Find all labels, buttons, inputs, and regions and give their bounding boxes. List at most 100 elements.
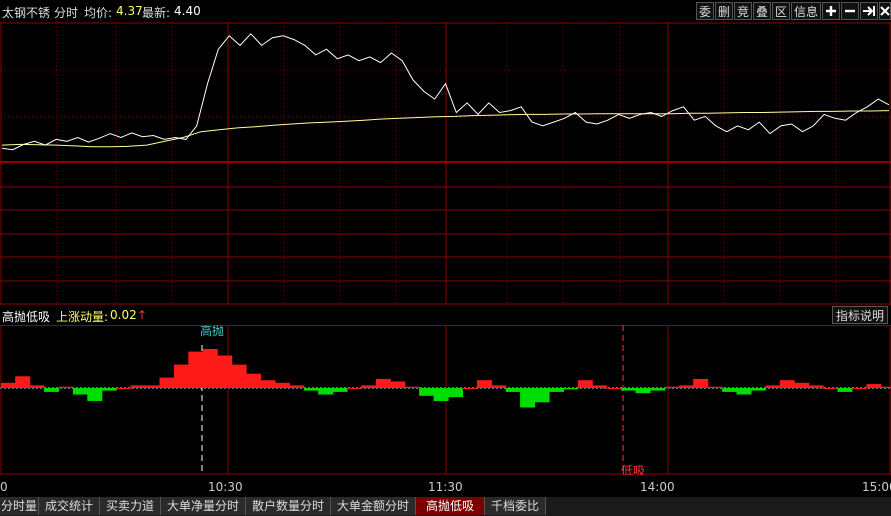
momentum-bar <box>549 388 564 392</box>
momentum-bar <box>332 388 348 392</box>
momentum-bar <box>101 388 117 391</box>
momentum-bar <box>635 388 651 394</box>
momentum-bar <box>476 380 492 388</box>
chart-mode: 分时 <box>54 6 79 20</box>
momentum-bar <box>375 378 391 388</box>
momentum-bar <box>361 385 377 388</box>
momentum-bar <box>72 388 88 395</box>
time-label-1130: 11:30 <box>428 480 463 494</box>
toolbar-button-jing[interactable]: 竞 <box>734 2 752 20</box>
momentum-bar <box>419 388 435 396</box>
momentum-bar <box>145 385 160 388</box>
price-chart <box>0 22 891 305</box>
momentum-bar <box>15 376 31 388</box>
plus-icon[interactable] <box>822 2 840 20</box>
toolbar-button-qu[interactable]: 区 <box>772 2 790 20</box>
momentum-bar <box>87 388 103 401</box>
momentum-bar <box>130 385 146 388</box>
tab-retail-count[interactable]: 散户数量分时 <box>246 497 331 515</box>
momentum-bar <box>880 386 891 388</box>
momentum-bar <box>808 385 824 388</box>
momentum-bar <box>693 378 709 388</box>
toolbar-button-die[interactable]: 叠 <box>753 2 771 20</box>
tab-high-sell-low-buy[interactable]: 高抛低吸 <box>416 497 485 515</box>
momentum-bar <box>217 355 233 388</box>
momentum-bar <box>246 373 261 388</box>
indicator-param-value: 0.02 <box>110 308 137 322</box>
momentum-bar <box>765 385 781 388</box>
tab-volume[interactable]: 分时量 <box>0 497 39 515</box>
momentum-bar <box>563 388 579 390</box>
latest-label: 最新: <box>142 6 171 20</box>
momentum-bar <box>318 388 334 395</box>
toolbar-button-info[interactable]: 信息 <box>791 2 821 20</box>
toolbar-button-wei[interactable]: 委 <box>696 2 714 20</box>
momentum-bar <box>347 388 362 389</box>
momentum-bar <box>520 388 536 408</box>
price-grid <box>0 22 891 305</box>
collapse-right-icon[interactable] <box>860 2 878 20</box>
momentum-bar <box>592 385 608 388</box>
stock-name: 太钢不锈 <box>2 6 51 20</box>
close-icon[interactable] <box>879 2 891 20</box>
momentum-bar <box>462 388 478 389</box>
momentum-bar <box>274 382 290 388</box>
momentum-bar <box>664 386 680 388</box>
momentum-bar <box>390 381 406 388</box>
avg-value: 4.37 <box>116 4 143 18</box>
buy-marker-label: 低吸 <box>621 464 645 475</box>
momentum-bar <box>44 388 60 392</box>
indicator-chart: 高抛 低吸 <box>0 325 891 475</box>
momentum-bar <box>173 364 189 388</box>
tab-depth-ratio[interactable]: 千档委比 <box>485 497 546 515</box>
latest-value: 4.40 <box>174 4 201 18</box>
momentum-bar <box>707 386 723 388</box>
momentum-bar <box>58 386 74 388</box>
momentum-bar <box>289 385 305 388</box>
indicator-param-label: 上涨动量: <box>56 310 109 324</box>
momentum-bar <box>794 382 810 388</box>
momentum-bar <box>404 386 420 388</box>
momentum-bar <box>505 388 521 392</box>
momentum-bar <box>231 364 247 388</box>
indicator-tabbar: 分时量 成交统计 买卖力道 大单净量分时 散户数量分时 大单金额分时 高抛低吸 … <box>0 497 891 516</box>
tab-buy-sell-force[interactable]: 买卖力道 <box>100 497 161 515</box>
momentum-bar <box>736 388 752 395</box>
toolbar-button-shan[interactable]: 删 <box>715 2 733 20</box>
avg-label: 均价: <box>84 6 113 20</box>
momentum-bar <box>823 388 839 389</box>
momentum-bar <box>29 385 45 388</box>
tab-large-order-amount[interactable]: 大单金额分时 <box>331 497 416 515</box>
momentum-bar <box>116 388 132 389</box>
momentum-bar <box>202 349 218 388</box>
momentum-bar <box>159 377 175 388</box>
time-label-1030: 10:30 <box>208 480 243 494</box>
momentum-bar <box>433 388 449 401</box>
momentum-bar <box>650 388 665 391</box>
indicator-explain-button[interactable]: 指标说明 <box>832 306 888 324</box>
momentum-bar <box>621 388 637 391</box>
time-label-open: 0 <box>0 480 8 494</box>
momentum-bar <box>779 380 795 388</box>
sell-marker-label: 高抛 <box>200 325 224 338</box>
momentum-bar <box>577 380 593 388</box>
momentum-bar <box>303 388 319 391</box>
indicator-name: 高抛低吸 <box>2 310 51 324</box>
momentum-bar <box>606 388 622 389</box>
momentum-bar <box>260 380 276 388</box>
time-label-1500: 15:00 <box>862 480 891 494</box>
momentum-bar <box>534 388 550 403</box>
momentum-bar <box>837 388 853 392</box>
momentum-bar <box>188 351 204 388</box>
time-label-1400: 14:00 <box>640 480 675 494</box>
momentum-bar <box>851 388 867 389</box>
momentum-bar <box>722 388 738 392</box>
minus-icon[interactable] <box>841 2 859 20</box>
momentum-bar <box>678 385 694 388</box>
tab-trade-stats[interactable]: 成交统计 <box>39 497 100 515</box>
momentum-bar <box>491 385 507 388</box>
tab-large-order-net[interactable]: 大单净量分时 <box>161 497 246 515</box>
momentum-bar <box>751 388 766 391</box>
momentum-bar <box>866 384 882 388</box>
momentum-bar <box>448 388 463 398</box>
